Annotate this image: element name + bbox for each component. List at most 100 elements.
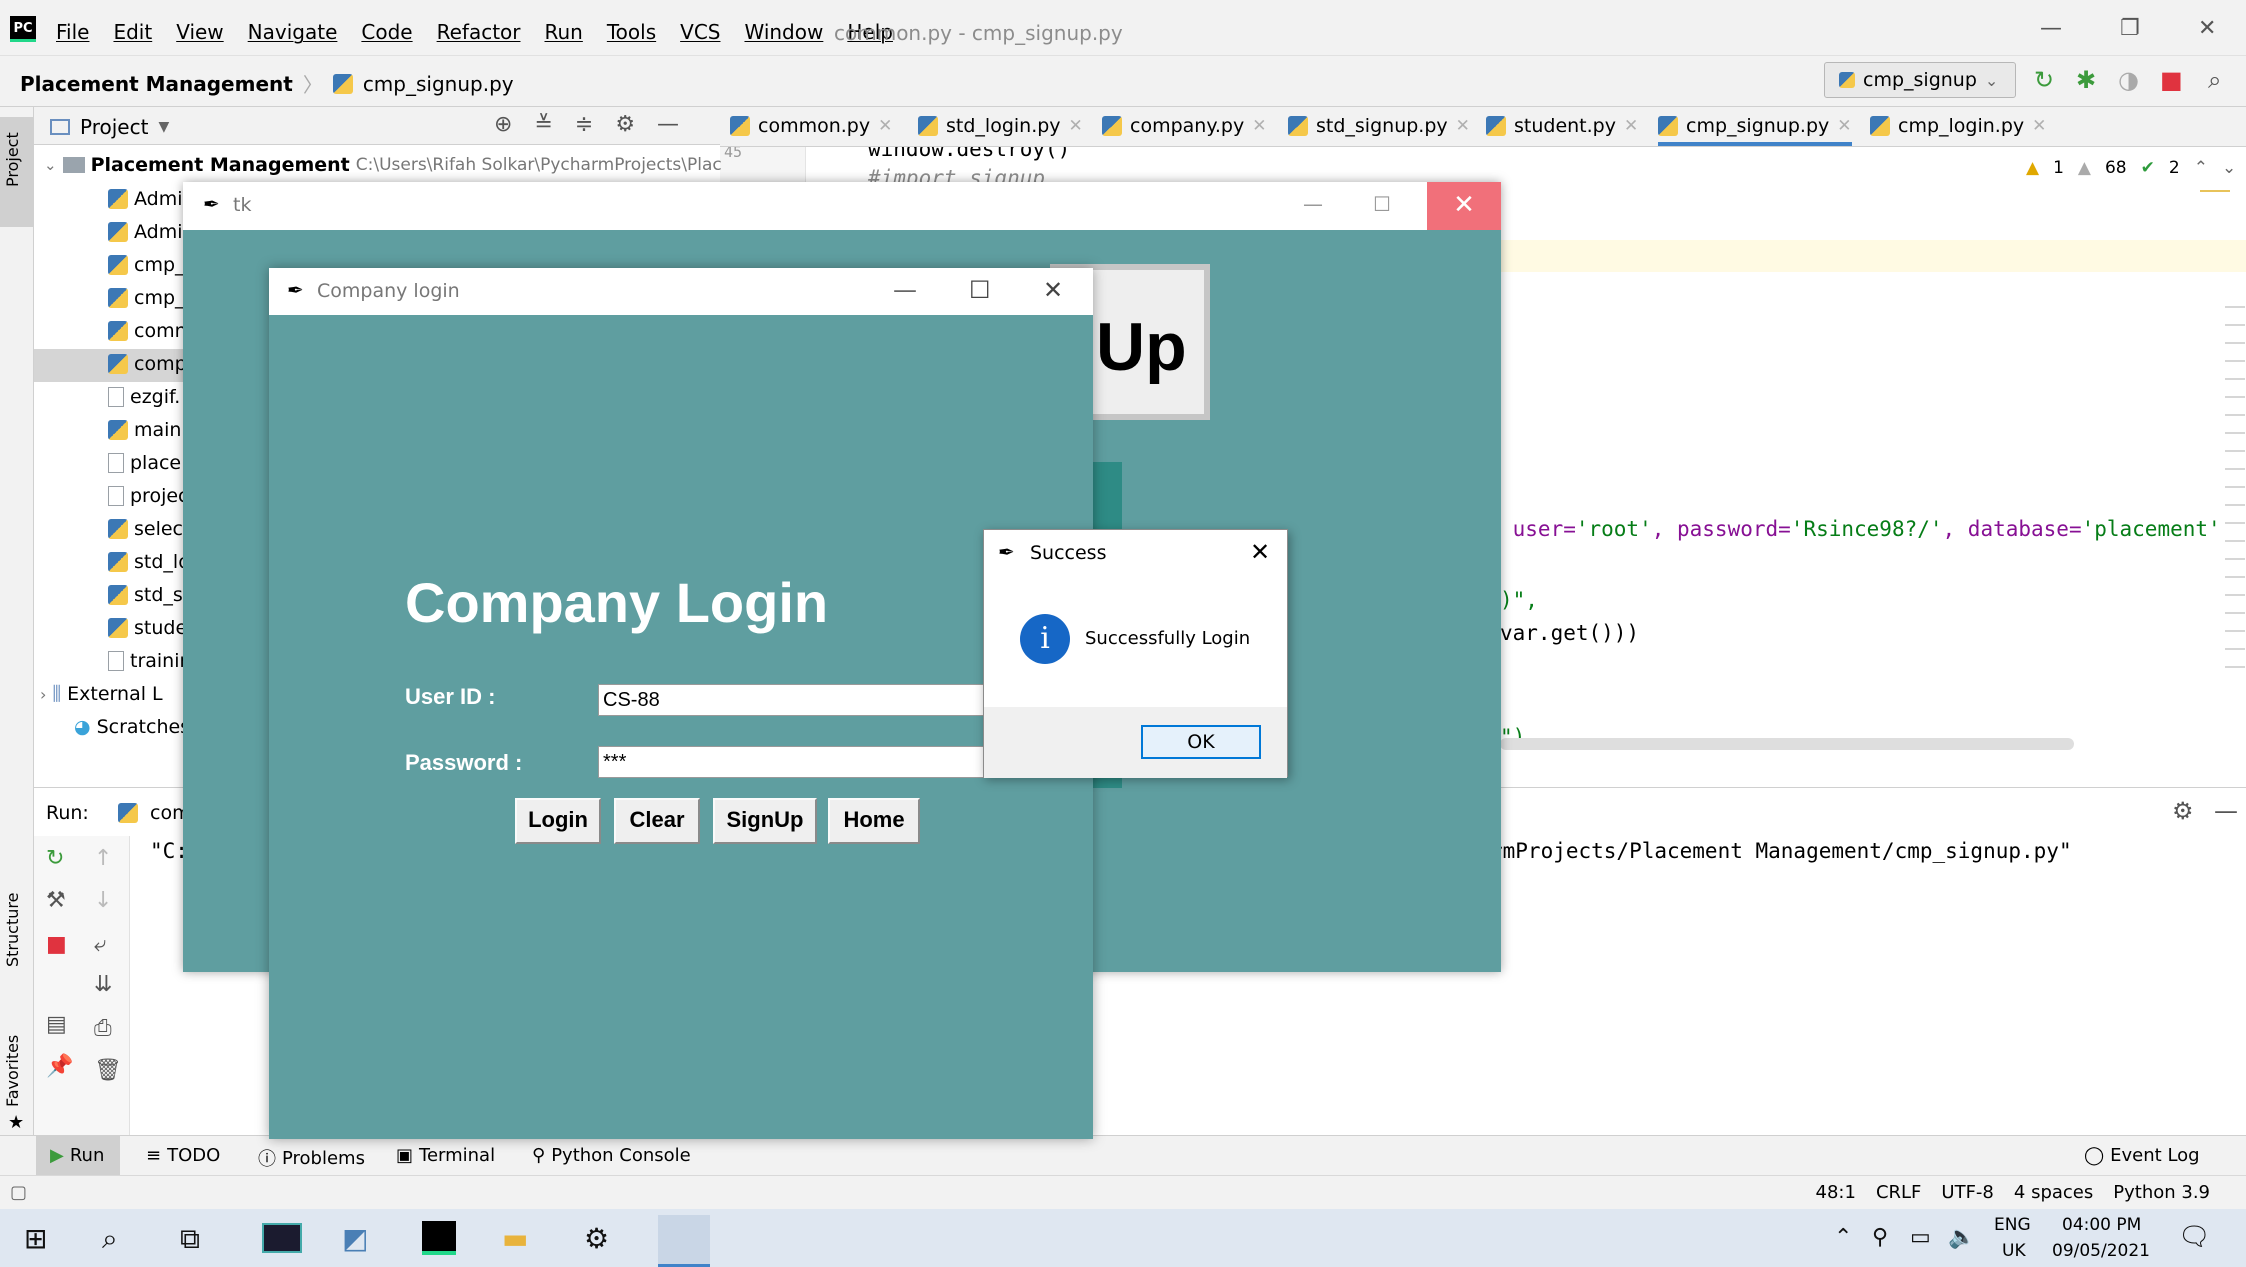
- tab-common[interactable]: common.py ✕: [730, 115, 892, 137]
- close-icon[interactable]: ✕: [878, 116, 892, 136]
- close-icon[interactable]: ✕: [1427, 182, 1501, 230]
- run-config-dropdown[interactable]: cmp_signup ⌄: [1824, 62, 2016, 98]
- tree-file[interactable]: cmp_: [108, 254, 185, 276]
- gear-icon[interactable]: ⚙: [615, 112, 635, 137]
- clock-date[interactable]: 09/05/2021: [2052, 1241, 2150, 1261]
- menu-view[interactable]: View: [176, 20, 223, 44]
- hide-icon[interactable]: —: [2214, 797, 2238, 825]
- tab-cmp-signup[interactable]: cmp_signup.py ✕: [1658, 115, 1852, 146]
- keyboard-lang[interactable]: ENG: [1994, 1215, 2031, 1235]
- expand-all-icon[interactable]: ≚: [534, 112, 552, 137]
- tree-file[interactable]: std_lo: [108, 551, 190, 573]
- menu-refactor[interactable]: Refactor: [437, 20, 521, 44]
- dialog-title-bar[interactable]: ✒ Success ✕: [984, 530, 1287, 576]
- tree-file[interactable]: comn: [108, 320, 187, 342]
- search-icon[interactable]: ⌕: [2208, 66, 2221, 94]
- menu-vcs[interactable]: VCS: [680, 20, 720, 44]
- inspection-widget[interactable]: ▲ 1 ▲ 68 ✔ 2 ⌃ ⌄: [2026, 158, 2236, 178]
- wrench-icon[interactable]: ⚒: [46, 888, 66, 913]
- event-log-button[interactable]: ◯ Event Log: [2084, 1145, 2200, 1166]
- home-button[interactable]: Home: [828, 798, 920, 844]
- menu-code[interactable]: Code: [361, 20, 412, 44]
- scroll-to-end-icon[interactable]: ⇊: [94, 972, 112, 997]
- login-button[interactable]: Login: [515, 798, 601, 844]
- tab-student[interactable]: student.py ✕: [1486, 115, 1638, 137]
- tree-file[interactable]: trainin: [108, 650, 192, 672]
- close-icon[interactable]: ✕: [1250, 538, 1270, 566]
- tool-tab-problems[interactable]: ⓘ Problems: [258, 1145, 365, 1171]
- collapse-all-icon[interactable]: ≑: [575, 112, 593, 137]
- layout-icon[interactable]: ▤: [46, 1012, 67, 1037]
- menu-navigate[interactable]: Navigate: [248, 20, 338, 44]
- notification-icon[interactable]: 🗨: [2178, 1222, 2211, 1252]
- tk-title-bar[interactable]: ✒ tk — ☐ ✕: [183, 182, 1501, 230]
- close-icon[interactable]: ✕: [1252, 116, 1266, 136]
- tool-tab-todo[interactable]: ≡ TODO: [146, 1145, 220, 1166]
- arrow-up-icon[interactable]: ↑: [94, 846, 112, 871]
- windows-start-icon[interactable]: ⊞: [24, 1222, 47, 1255]
- rerun-icon[interactable]: ↻: [46, 846, 64, 871]
- menu-file[interactable]: File: [56, 20, 89, 44]
- tool-tab-terminal[interactable]: ▣ Terminal: [396, 1145, 495, 1166]
- settings-gear-icon[interactable]: ⚙: [584, 1222, 609, 1255]
- soft-wrap-icon[interactable]: ⤶: [94, 932, 106, 957]
- tab-std-signup[interactable]: std_signup.py ✕: [1288, 115, 1470, 137]
- network-icon[interactable]: ⚲: [1872, 1225, 1888, 1250]
- menu-window[interactable]: Window: [744, 20, 823, 44]
- tab-cmp-login[interactable]: cmp_login.py ✕: [1870, 115, 2046, 137]
- file-encoding[interactable]: UTF-8: [1941, 1182, 1993, 1203]
- task-view-icon[interactable]: ⧉: [180, 1222, 200, 1256]
- close-icon[interactable]: ✕: [1456, 116, 1470, 136]
- tree-file[interactable]: select: [108, 518, 190, 540]
- user-id-input[interactable]: [598, 684, 998, 716]
- chevron-down-icon[interactable]: ⌄: [2222, 158, 2236, 178]
- tool-tab-favorites[interactable]: Favorites: [3, 1035, 22, 1107]
- clear-button[interactable]: Clear: [614, 798, 700, 844]
- python-interpreter[interactable]: Python 3.9: [2113, 1182, 2210, 1203]
- search-icon[interactable]: ⌕: [102, 1222, 118, 1256]
- chevron-up-icon[interactable]: ⌃: [2194, 158, 2208, 178]
- mysql-workbench-icon[interactable]: [262, 1223, 302, 1253]
- chevron-up-icon[interactable]: ⌃: [1834, 1225, 1852, 1250]
- minimize-icon[interactable]: —: [893, 276, 917, 304]
- tree-file[interactable]: Admi: [108, 188, 183, 210]
- ok-button[interactable]: OK: [1141, 725, 1261, 759]
- toggle-tool-windows-icon[interactable]: ▢: [10, 1182, 27, 1203]
- tree-file[interactable]: Admi: [108, 221, 183, 243]
- coverage-icon[interactable]: ◑: [2118, 66, 2139, 94]
- battery-icon[interactable]: ▭: [1910, 1225, 1931, 1250]
- trash-icon[interactable]: 🗑: [94, 1058, 122, 1083]
- hide-icon[interactable]: —: [657, 112, 679, 137]
- close-icon[interactable]: ✕: [1069, 116, 1083, 136]
- pycharm-taskbar-icon[interactable]: [422, 1221, 456, 1255]
- file-explorer-icon[interactable]: ▬: [502, 1222, 528, 1255]
- cursor-position[interactable]: 48:1: [1816, 1182, 1856, 1203]
- tool-tab-run[interactable]: ▶ Run: [50, 1145, 104, 1166]
- menu-edit[interactable]: Edit: [113, 20, 152, 44]
- tree-file[interactable]: main.: [108, 419, 188, 441]
- tree-file[interactable]: place.: [108, 452, 187, 474]
- close-icon[interactable]: ✕: [1624, 116, 1638, 136]
- indent-setting[interactable]: 4 spaces: [2014, 1182, 2093, 1203]
- pin-icon[interactable]: 📌: [46, 1054, 73, 1079]
- tree-file[interactable]: std_si: [108, 584, 188, 606]
- tree-file[interactable]: comp: [108, 353, 187, 375]
- menu-run[interactable]: Run: [545, 20, 583, 44]
- tree-file[interactable]: cmp_: [108, 287, 185, 309]
- debug-bug-icon[interactable]: ✱: [2076, 66, 2096, 94]
- arrow-down-icon[interactable]: ↓: [94, 888, 112, 913]
- print-icon[interactable]: ⎙: [94, 1016, 112, 1041]
- tool-tab-structure[interactable]: Structure: [3, 893, 22, 967]
- tool-tab-project[interactable]: Project: [3, 132, 22, 187]
- tool-tab-python-console[interactable]: ⚲ Python Console: [532, 1145, 691, 1166]
- horizontal-scrollbar[interactable]: [1500, 738, 2074, 750]
- tree-root[interactable]: ⌄ Placement Management C:\Users\Rifah So…: [44, 154, 722, 176]
- restore-icon[interactable]: ❐: [2120, 16, 2140, 41]
- clock-time[interactable]: 04:00 PM: [2062, 1215, 2141, 1235]
- close-icon[interactable]: ✕: [1837, 116, 1851, 136]
- tree-file[interactable]: projec: [108, 485, 189, 507]
- locate-icon[interactable]: ⊕: [494, 112, 512, 137]
- project-view-dropdown[interactable]: Project ▼: [50, 115, 169, 139]
- gear-icon[interactable]: ⚙: [2172, 797, 2194, 825]
- stop-icon[interactable]: ■: [46, 932, 67, 957]
